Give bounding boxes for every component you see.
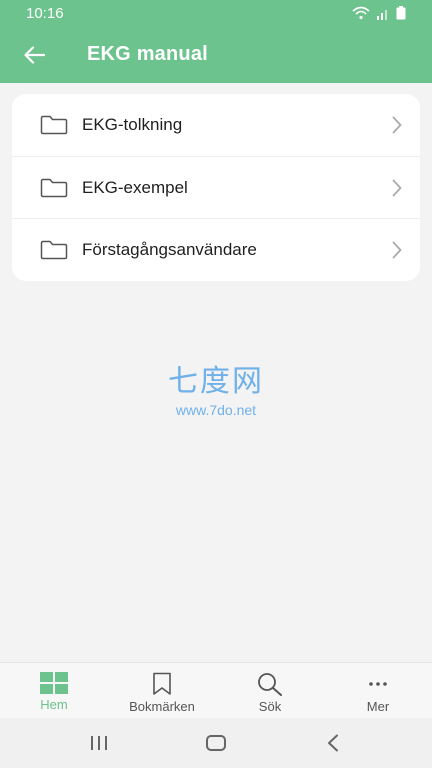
status-time: 10:16 [26, 4, 64, 22]
nav-more-label: Mer [366, 699, 390, 714]
list-item-forstagangsanvandare[interactable]: Förstagångsanvändare [12, 218, 420, 280]
battery-icon [396, 6, 406, 20]
back-nav-button[interactable] [303, 718, 363, 768]
chevron-right-icon [392, 116, 402, 134]
wifi-icon [352, 6, 370, 20]
list-item-label: EKG-exempel [82, 177, 188, 197]
nav-search-label: Sök [258, 699, 282, 714]
folder-icon [40, 178, 68, 198]
watermark: 七度网 www.7do.net [0, 356, 432, 418]
nav-bookmarks-label: Bokmärken [129, 699, 195, 714]
folder-list: EKG-tolkning EKG-exempel Förstagångsanvä… [12, 94, 420, 281]
folder-icon [40, 115, 68, 135]
app-bar: EKG manual [0, 26, 432, 83]
watermark-url: www.7do.net [175, 402, 257, 418]
nav-home[interactable]: Hem [0, 663, 108, 718]
signal-icon [377, 9, 387, 20]
list-item-ekg-tolkning[interactable]: EKG-tolkning [12, 94, 420, 156]
system-nav-bar [0, 718, 432, 768]
recent-apps-icon [90, 736, 107, 750]
bottom-nav: Hem Bokmärken Sök Mer [0, 662, 432, 718]
arrow-left-icon [24, 45, 45, 64]
chevron-right-icon [392, 241, 402, 259]
list-item-label: EKG-tolkning [82, 115, 183, 134]
chevron-left-icon [328, 734, 339, 752]
home-button[interactable] [186, 718, 246, 768]
chevron-right-icon [392, 179, 402, 197]
nav-bookmarks[interactable]: Bokmärken [108, 663, 216, 718]
nav-search[interactable]: Sök [216, 663, 324, 718]
watermark-title: 七度网 [168, 364, 264, 399]
nav-more[interactable]: Mer [324, 663, 432, 718]
grid-icon [40, 672, 68, 694]
home-icon [205, 735, 226, 751]
recent-apps-button[interactable] [69, 718, 129, 768]
back-button[interactable] [7, 26, 61, 83]
bookmark-icon [153, 672, 171, 695]
list-item-label: Förstagångsanvändare [82, 239, 257, 259]
nav-home-label: Hem [40, 697, 68, 712]
search-icon [258, 673, 282, 696]
status-bar: 10:16 [0, 0, 432, 26]
list-item-ekg-exempel[interactable]: EKG-exempel [12, 156, 420, 218]
folder-icon [40, 240, 68, 260]
page-title: EKG manual [87, 43, 208, 65]
status-icons [352, 6, 406, 20]
more-icon [369, 682, 387, 686]
